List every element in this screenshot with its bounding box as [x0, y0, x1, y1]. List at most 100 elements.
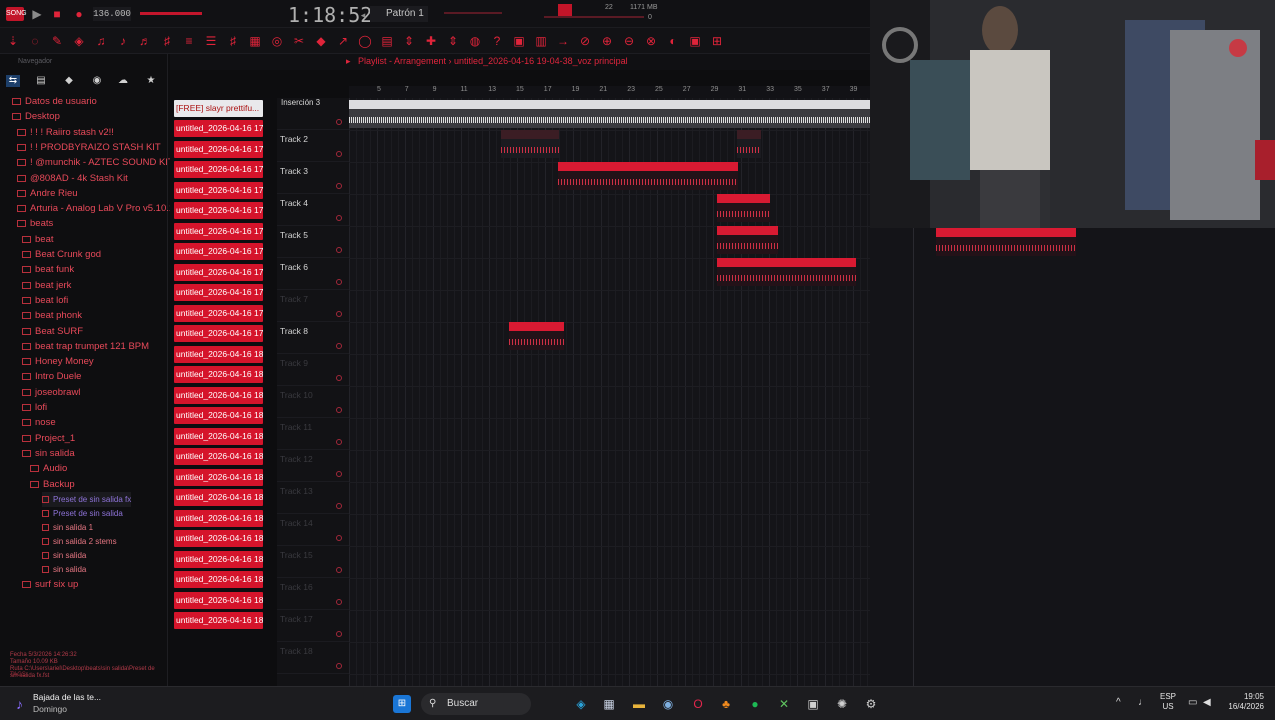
playlist-grid-extended[interactable]: untitled_2026-04-16...-04-38_voz princip… [870, 228, 1275, 686]
track-mute-indicator[interactable] [336, 375, 342, 381]
terminal-icon[interactable]: ▣ [804, 695, 822, 713]
track-mute-indicator[interactable] [336, 343, 342, 349]
tool-icon[interactable]: ⇣ [6, 34, 20, 48]
browser-folder[interactable]: beat lofi [22, 293, 68, 308]
browser-file[interactable]: sin salida 1 [42, 520, 93, 535]
tool-icon[interactable]: ✚ [424, 34, 438, 48]
tool-icon[interactable]: ◎ [270, 34, 284, 48]
picker-item[interactable]: untitled_2026-04-16 18-... [174, 591, 263, 609]
track-header[interactable]: Track 17 [277, 610, 349, 642]
browser-folder[interactable]: lofi [22, 400, 47, 415]
track-header[interactable]: Track 18 [277, 642, 349, 674]
network-icon[interactable]: ▭ [1188, 697, 1197, 708]
track-mute-indicator[interactable] [336, 119, 342, 125]
track-header[interactable]: Track 10 [277, 386, 349, 418]
clip-right[interactable]: untitled_2026-04-16...-04-38_voz princip… [936, 228, 1076, 256]
picker-item[interactable]: untitled_2026-04-16 17-... [174, 263, 263, 281]
browser-folder[interactable]: Honey Money [22, 354, 94, 369]
track-header[interactable]: Track 4 [277, 194, 349, 226]
browser-back-icon[interactable]: ⇆ [6, 75, 20, 87]
spotify-icon[interactable]: ● [746, 695, 764, 713]
browser-folder[interactable]: Project_1 [22, 431, 75, 446]
tool-icon[interactable]: ⊖ [622, 34, 636, 48]
fl-studio-icon[interactable]: ♣ [717, 695, 735, 713]
picker-item[interactable]: untitled_2026-04-16 17-... [174, 325, 263, 342]
picker-item[interactable]: untitled_2026-04-16 18-... [174, 448, 263, 465]
track-mute-indicator[interactable] [336, 599, 342, 605]
tool-icon[interactable]: ◆ [314, 34, 328, 48]
browser-folder[interactable]: Intro Duele [22, 369, 81, 384]
picker-item[interactable]: untitled_2026-04-16 18-... [174, 427, 263, 445]
tool-icon[interactable]: ▤ [380, 34, 394, 48]
picker-item[interactable]: untitled_2026-04-16 18-... [174, 612, 263, 629]
browser-file[interactable]: sin salida [42, 562, 86, 577]
track-mute-indicator[interactable] [336, 311, 342, 317]
tool-icon[interactable]: ◍ [468, 34, 482, 48]
notification-icon[interactable]: ♪ [16, 696, 23, 712]
track-header[interactable]: Track 9 [277, 354, 349, 386]
track-header[interactable]: Track 2 [277, 130, 349, 162]
browser-folder[interactable]: beat jerk [22, 278, 71, 293]
picker-item[interactable]: untitled_2026-04-16 17-... [174, 161, 263, 178]
timeline-ruler[interactable]: 57911131517192123252729313335373941 [349, 86, 885, 98]
tool-icon[interactable]: ◐ [666, 34, 680, 48]
browser-folder[interactable]: @808AD - 4k Stash Kit [17, 171, 128, 186]
xbox-icon[interactable]: ✕ [775, 695, 793, 713]
browser-folder[interactable]: Andre Rieu [17, 186, 78, 201]
browser-folder[interactable]: nose [22, 415, 56, 430]
language-indicator[interactable]: ESP US [1158, 692, 1178, 712]
browser-cloud-icon[interactable]: ☁ [116, 75, 130, 87]
tool-icon[interactable]: ♯ [160, 34, 174, 48]
track-header[interactable]: Track 5 [277, 226, 349, 258]
browser-folder[interactable]: Desktop [12, 109, 60, 124]
track-header[interactable]: Track 1 [277, 98, 349, 130]
picker-item[interactable]: untitled_2026-04-16 17-... [174, 140, 263, 158]
track-mute-indicator[interactable] [336, 471, 342, 477]
tool-icon[interactable]: ⊘ [578, 34, 592, 48]
browser-folder[interactable]: Beat Crunk god [22, 247, 101, 262]
steam-icon[interactable]: ◉ [659, 695, 677, 713]
audio-clip[interactable]: untitle..incipal [509, 322, 564, 350]
tool-icon[interactable]: ▣ [512, 34, 526, 48]
picker-item[interactable]: [FREE] slayr prettifu... [174, 100, 263, 117]
browser-folder[interactable]: Datos de usuario [12, 94, 97, 109]
picker-item[interactable]: untitled_2026-04-16 17-... [174, 284, 263, 301]
settings-app-icon[interactable]: ✺ [833, 695, 851, 713]
track-header[interactable]: Track 6 [277, 258, 349, 290]
tool-icon[interactable]: ? [490, 34, 504, 48]
browser-folder[interactable]: Audio [30, 461, 67, 476]
pattern-prev-icon[interactable]: ◂ [356, 8, 370, 22]
browser-folder[interactable]: Backup [30, 477, 75, 492]
browser-folder[interactable]: surf six up [22, 577, 78, 592]
track-header[interactable]: Track 13 [277, 482, 349, 514]
browser-folder[interactable]: beat trap trumpet 121 BPM [22, 339, 149, 354]
tool-icon[interactable]: ▦ [248, 34, 262, 48]
pattern-selector[interactable]: Patrón 1 [370, 6, 428, 22]
picker-item[interactable]: untitled_2026-04-16 17-... [174, 120, 263, 137]
tool-icon[interactable]: ✂ [292, 34, 306, 48]
tool-icon[interactable]: ↗ [336, 34, 350, 48]
tool-icon[interactable]: ⊗ [644, 34, 658, 48]
browser-folder[interactable]: Beat SURF [22, 324, 83, 339]
tool-icon[interactable]: ✎ [50, 34, 64, 48]
tool-icon[interactable]: ♬ [138, 34, 152, 48]
track-header[interactable]: Track 11 [277, 418, 349, 450]
browser-folder[interactable]: beat funk [22, 262, 74, 277]
picker-item[interactable]: untitled_2026-04-16 18-... [174, 386, 263, 404]
browser-file[interactable]: sin salida 2 stems [42, 534, 117, 549]
track-mute-indicator[interactable] [336, 183, 342, 189]
browser-file[interactable]: Preset de sin salida fx [42, 491, 132, 507]
track-mute-indicator[interactable] [336, 439, 342, 445]
picker-item[interactable]: untitled_2026-04-16 17-... [174, 304, 263, 322]
opera-icon[interactable]: O [689, 695, 707, 713]
track-header[interactable]: Track 14 [277, 514, 349, 546]
browser-folder[interactable]: ! ! ! Raiiro stash v2!! [17, 125, 114, 140]
tray-chevron-icon[interactable]: ^ [1116, 697, 1121, 708]
tool-icon[interactable]: ▥ [534, 34, 548, 48]
track-mute-indicator[interactable] [336, 535, 342, 541]
track-header[interactable]: Track 16 [277, 578, 349, 610]
browser-folder[interactable]: ! ! PRODBYRAIZO STASH KIT [17, 140, 161, 155]
notification-title[interactable]: Bajada de las te... [33, 692, 101, 702]
picker-item[interactable]: untitled_2026-04-16 18-... [174, 530, 263, 547]
audio-clip[interactable]: un..al [737, 130, 761, 158]
